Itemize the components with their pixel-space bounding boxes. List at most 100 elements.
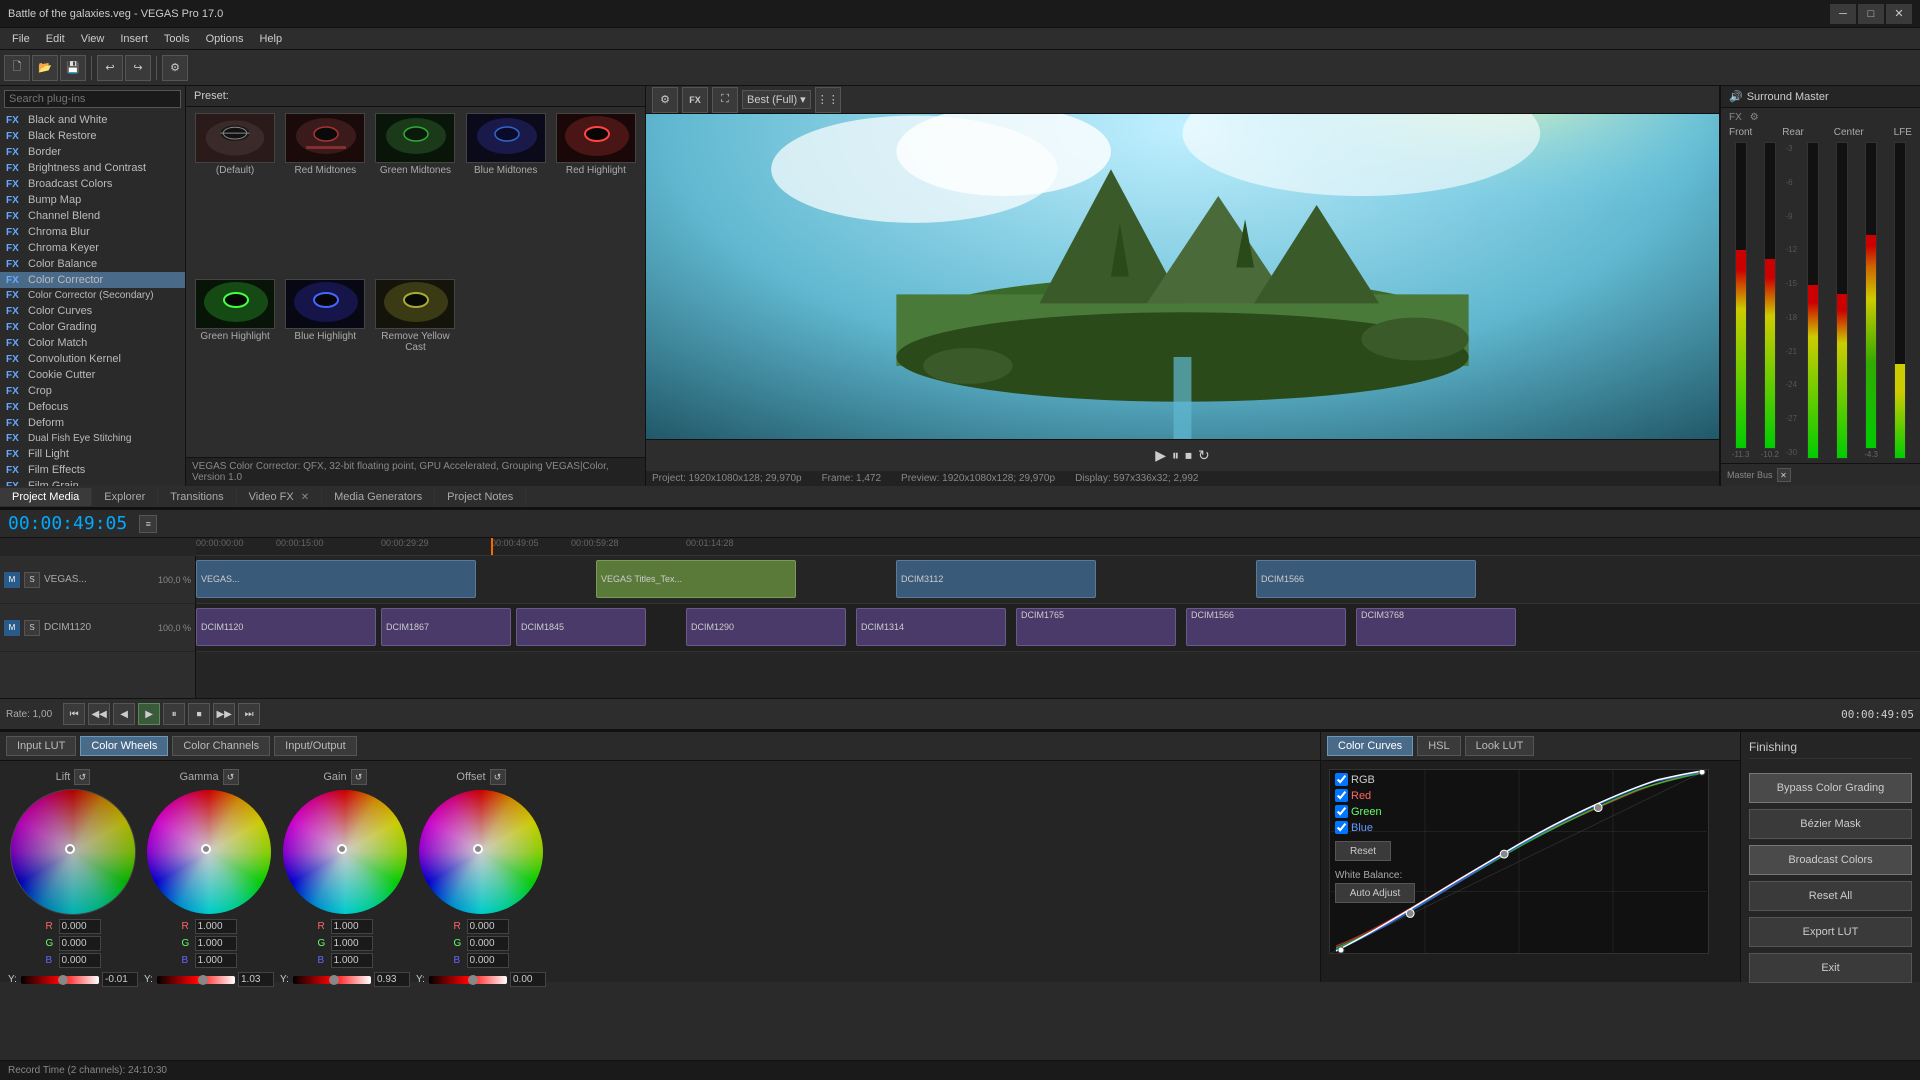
track-mute-2[interactable]: M [4,620,20,636]
cb-blue[interactable] [1335,821,1348,834]
clip-dcim1566[interactable]: DCIM1566 [1256,560,1476,598]
gamma-y-thumb[interactable] [198,975,208,985]
effect-fill-light[interactable]: FXFill Light [0,446,185,462]
lift-y-input[interactable] [102,972,138,987]
lift-dot-indicator[interactable] [65,844,75,854]
effect-color-match[interactable]: FXColor Match [0,335,185,351]
effect-color-corrector-secondary[interactable]: FXColor Corrector (Secondary) [0,288,185,303]
effect-chroma-blur[interactable]: FXChroma Blur [0,224,185,240]
effect-cookie-cutter[interactable]: FXCookie Cutter [0,367,185,383]
audio-clip-1845[interactable]: DCIM1845 [516,608,646,646]
master-bus-close[interactable]: ✕ [1777,468,1791,482]
tab-project-notes[interactable]: Project Notes [435,488,526,506]
go-start-button[interactable]: ⏮ [63,703,85,725]
gain-g-input[interactable] [331,936,373,951]
preset-red-highlight[interactable]: Red Highlight [553,113,639,275]
gain-dot-indicator[interactable] [337,844,347,854]
clip-dcim3112[interactable]: DCIM3112 [896,560,1096,598]
play-button[interactable]: ▶ [1155,447,1166,464]
tab-video-fx[interactable]: Video FX ✕ [237,488,323,506]
audio-clip-1120[interactable]: DCIM1120 [196,608,376,646]
preview-fullscreen-icon[interactable]: ⛶ [712,87,738,113]
tab-color-curves[interactable]: Color Curves [1327,736,1413,756]
cb-green-label[interactable]: Green [1335,805,1415,818]
gain-y-thumb[interactable] [329,975,339,985]
tab-hsl[interactable]: HSL [1417,736,1460,756]
effect-convolution-kernel[interactable]: FXConvolution Kernel [0,351,185,367]
effect-bump-map[interactable]: FXBump Map [0,192,185,208]
save-button[interactable]: 💾 [60,55,86,81]
gamma-reset-button[interactable]: ↺ [223,769,239,785]
effect-black-restore[interactable]: FXBlack Restore [0,128,185,144]
pause-transport-button[interactable]: ⏸ [163,703,185,725]
close-button[interactable]: ✕ [1886,4,1912,24]
audio-clip-1867[interactable]: DCIM1867 [381,608,511,646]
effect-film-grain[interactable]: FXFilm Grain [0,478,185,486]
preset-green-highlight[interactable]: Green Highlight [192,279,278,452]
gamma-y-slider[interactable] [157,976,235,984]
effect-broadcast-colors[interactable]: FXBroadcast Colors [0,176,185,192]
cb-red-label[interactable]: Red [1335,789,1415,802]
offset-b-input[interactable] [467,953,509,968]
menu-insert[interactable]: Insert [112,31,156,47]
cb-rgb[interactable] [1335,773,1348,786]
prev-frame-button[interactable]: ◀◀ [88,703,110,725]
gamma-b-input[interactable] [195,953,237,968]
open-button[interactable]: 📂 [32,55,58,81]
gain-reset-button[interactable]: ↺ [351,769,367,785]
bezier-mask-button[interactable]: Bézier Mask [1749,809,1912,839]
gain-r-input[interactable] [331,919,373,934]
cb-rgb-label[interactable]: RGB [1335,773,1415,786]
audio-clip-1290[interactable]: DCIM1290 [686,608,846,646]
effect-channel-blend[interactable]: FXChannel Blend [0,208,185,224]
menu-tools[interactable]: Tools [156,31,198,47]
preset-remove-yellow[interactable]: Remove Yellow Cast [372,279,458,452]
gain-y-slider[interactable] [293,976,371,984]
offset-r-input[interactable] [467,919,509,934]
effect-dual-fish-eye[interactable]: FXDual Fish Eye Stitching [0,431,185,446]
search-input[interactable] [4,90,181,108]
maximize-button[interactable]: □ [1858,4,1884,24]
tab-input-output[interactable]: Input/Output [274,736,357,756]
tab-color-channels[interactable]: Color Channels [172,736,270,756]
lift-g-input[interactable] [59,936,101,951]
gamma-y-input[interactable] [238,972,274,987]
curves-reset-button[interactable]: Reset [1335,841,1391,861]
gamma-g-input[interactable] [195,936,237,951]
audio-fx-icon[interactable]: FX [1729,112,1742,123]
reset-all-button[interactable]: Reset All [1749,881,1912,911]
menu-edit[interactable]: Edit [38,31,73,47]
gain-b-input[interactable] [331,953,373,968]
menu-help[interactable]: Help [251,31,290,47]
offset-y-input[interactable] [510,972,546,987]
go-end-button[interactable]: ⏭ [238,703,260,725]
effect-black-white[interactable]: FXBlack and White [0,112,185,128]
undo-button[interactable]: ↩ [97,55,123,81]
preset-blue-midtones[interactable]: Blue Midtones [463,113,549,275]
menu-file[interactable]: File [4,31,38,47]
auto-adjust-button[interactable]: Auto Adjust [1335,883,1415,903]
gain-y-input[interactable] [374,972,410,987]
offset-y-thumb[interactable] [468,975,478,985]
offset-y-slider[interactable] [429,976,507,984]
track-solo-2[interactable]: S [24,620,40,636]
effect-color-corrector[interactable]: FXColor Corrector [0,272,185,288]
effect-deform[interactable]: FXDeform [0,415,185,431]
preset-default[interactable]: (Default) [192,113,278,275]
effect-defocus[interactable]: FXDefocus [0,399,185,415]
play-transport-button[interactable]: ▶ [138,703,160,725]
lift-y-thumb[interactable] [58,975,68,985]
stop-button[interactable]: ⏹ [1185,447,1192,464]
track-solo-1[interactable]: S [24,572,40,588]
lift-reset-button[interactable]: ↺ [74,769,90,785]
clip-vegas-titles[interactable]: VEGAS Titles_Tex... [596,560,796,598]
lift-b-input[interactable] [59,953,101,968]
next-frame-button[interactable]: ▶▶ [213,703,235,725]
gamma-dot-indicator[interactable] [201,844,211,854]
effect-color-grading[interactable]: FXColor Grading [0,319,185,335]
preview-quality-dropdown[interactable]: Best (Full) ▾ [742,90,811,109]
effect-color-curves[interactable]: FXColor Curves [0,303,185,319]
new-button[interactable]: 🗋 [4,55,30,81]
menu-view[interactable]: View [73,31,113,47]
preview-grid-icon[interactable]: ⋮⋮ [815,87,841,113]
